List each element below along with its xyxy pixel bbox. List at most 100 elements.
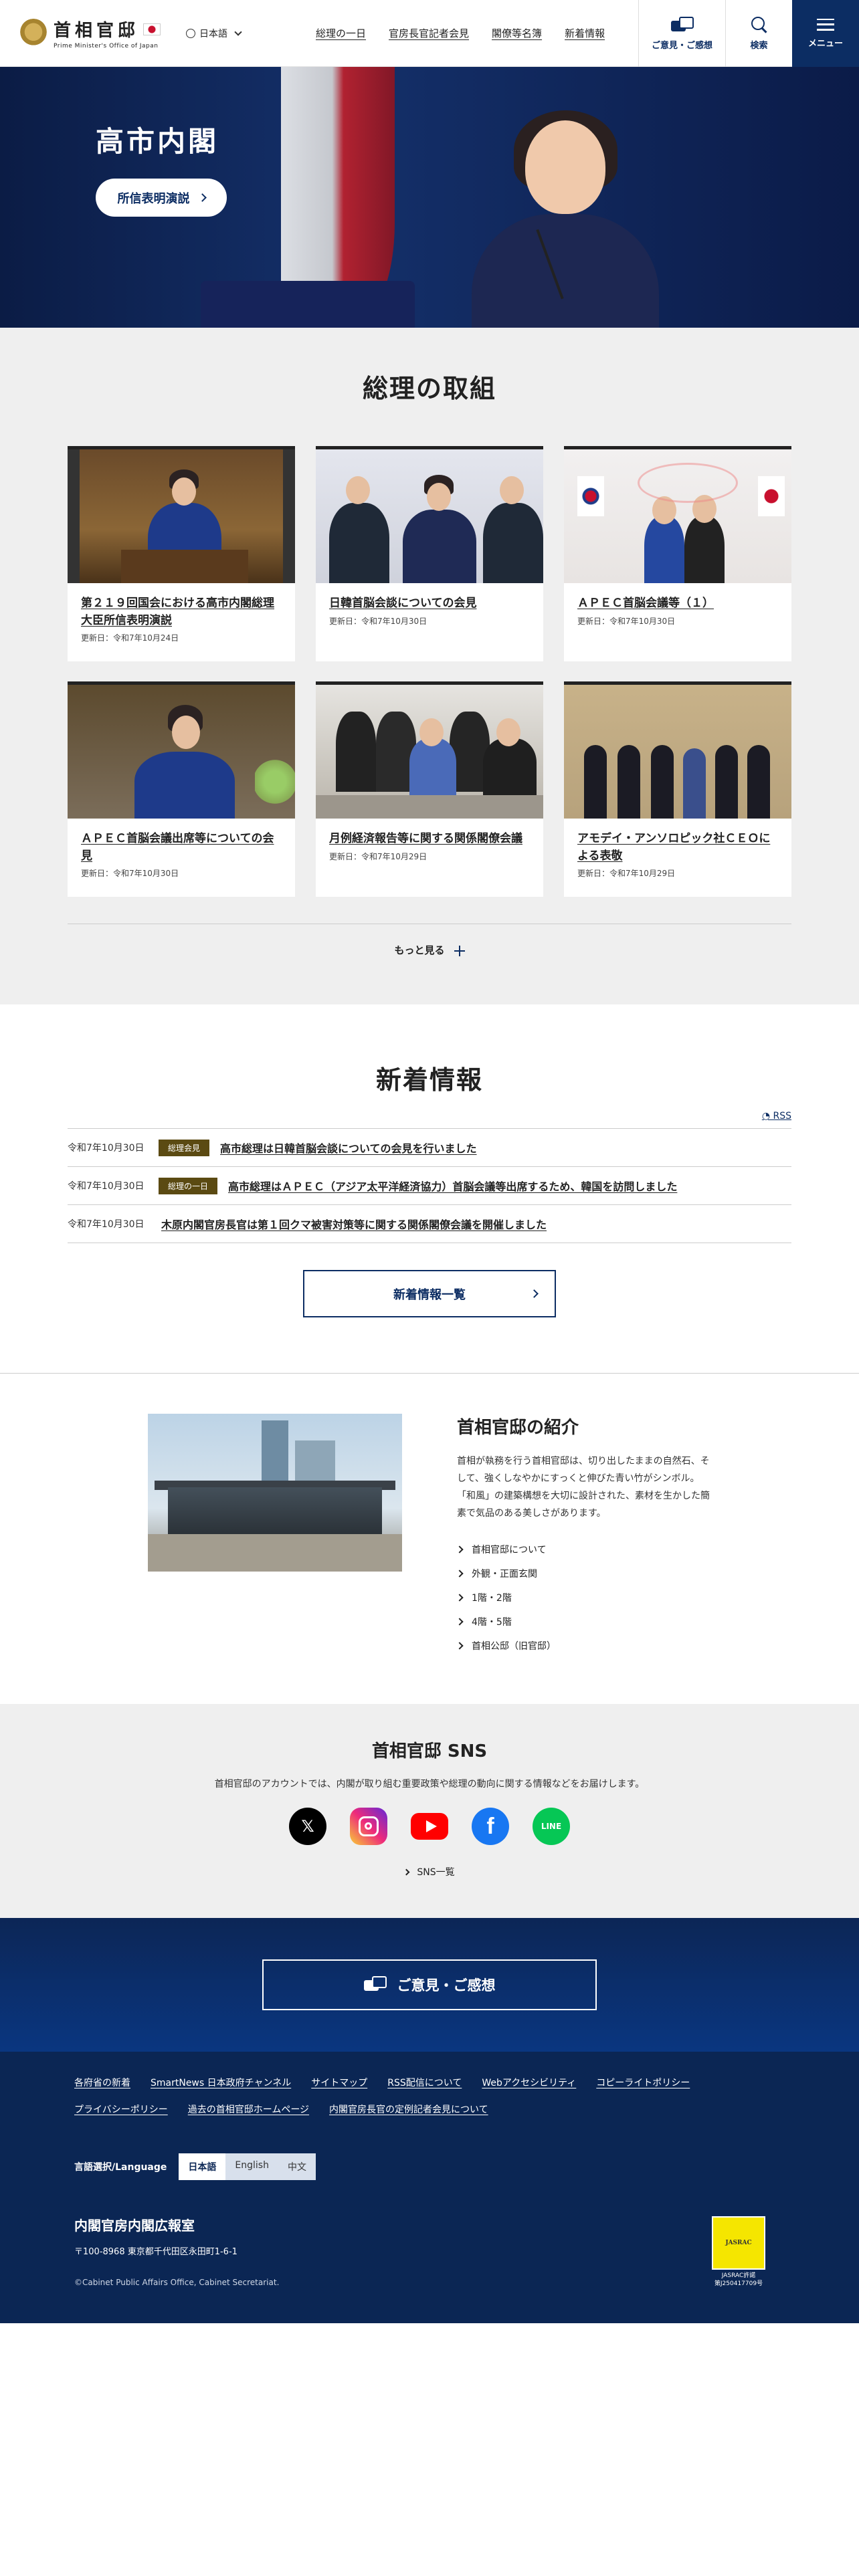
language-selector[interactable]: 日本語	[186, 27, 242, 40]
footer-link[interactable]: 内閣官房長官の定例記者会見について	[329, 2103, 488, 2116]
opinion-label: ご意見・ご感想	[651, 40, 712, 51]
footer-link[interactable]: 過去の首相官邸ホームページ	[188, 2103, 309, 2116]
intro-link-label: 首相官邸について	[472, 1544, 547, 1555]
facebook-icon[interactable]: f	[472, 1808, 509, 1845]
activity-card[interactable]: 第２１９回国会における高市内閣総理大臣所信表明演説 更新日：令和7年10月24日	[68, 446, 295, 661]
sns-list-link[interactable]: SNS一覧	[0, 1865, 859, 1879]
card-title: 第２１９回国会における高市内閣総理大臣所信表明演説	[81, 597, 274, 627]
footer-link[interactable]: コピーライトポリシー	[596, 2076, 690, 2089]
nav-press-conference[interactable]: 官房長官記者会見	[389, 26, 469, 40]
activity-card[interactable]: ＡＰＥＣ首脳会議出席等についての会見 更新日：令和7年10月30日	[68, 681, 295, 897]
facebook-glyph: f	[486, 1813, 494, 1839]
card-photo	[316, 446, 543, 583]
jasrac-permit-2: 第J250417709号	[714, 2280, 763, 2287]
footer-link[interactable]: サイトマップ	[311, 2076, 367, 2089]
lang-english-button[interactable]: English	[225, 2153, 278, 2180]
news-date: 令和7年10月30日	[68, 1143, 145, 1154]
paulownia-emblem-icon	[19, 18, 48, 48]
section-title: 総理の取組	[362, 374, 496, 403]
intro-link[interactable]: 首相官邸について	[456, 1537, 711, 1562]
card-photo	[68, 446, 295, 583]
news-date: 令和7年10月30日	[68, 1219, 145, 1230]
card-photo	[68, 681, 295, 819]
policy-speech-button[interactable]: 所信表明演説	[96, 179, 227, 217]
news-link[interactable]: 高市総理は日韓首脳会談についての会見を行いました	[220, 1140, 477, 1156]
intro-link[interactable]: 4階・5階	[456, 1610, 711, 1634]
jasrac-badge: JASRAC JASRAC許諾 第J250417709号	[712, 2216, 765, 2288]
jasrac-logo: JASRAC	[712, 2216, 765, 2270]
sns-section: 首相官邸 SNS 首相官邸のアカウントでは、内閣が取り組む重要政策や総理の動向に…	[0, 1704, 859, 1918]
plus-icon	[454, 945, 465, 956]
news-link[interactable]: 木原内閣官房長官は第１回クマ被害対策等に関する関係閣僚会議を開催しました	[161, 1216, 547, 1232]
sns-list-label: SNS一覧	[417, 1867, 455, 1878]
card-photo	[564, 446, 791, 583]
chevron-down-icon	[234, 27, 242, 36]
intro-link-label: 1階・2階	[472, 1592, 512, 1604]
speech-bubble-icon	[670, 16, 694, 34]
footer-link[interactable]: プライバシーポリシー	[74, 2103, 168, 2116]
x-glyph: 𝕏	[301, 1817, 314, 1836]
global-nav: 総理の一日 官房長官記者会見 閣僚等名簿 新着情報	[316, 26, 605, 40]
pm-activities-section: 総理の取組 第２１９回国会における高市内閣総理大臣所信表明演説 更新日：令和7年…	[0, 328, 859, 1004]
card-title: 月例経済報告等に関する関係閣僚会議	[329, 832, 522, 845]
intro-link[interactable]: 1階・2階	[456, 1586, 711, 1610]
footer-link[interactable]: 各府省の新着	[74, 2076, 130, 2089]
intro-link-label: 外観・正面玄関	[472, 1568, 537, 1580]
chevron-right-icon	[403, 1868, 410, 1875]
news-item: 令和7年10月30日 総理会見 高市総理は日韓首脳会談についての会見を行いました	[68, 1129, 791, 1167]
jasrac-permit: JASRAC許諾 第J250417709号	[712, 2272, 765, 2288]
opinion-large-label: ご意見・ご感想	[397, 1977, 496, 1994]
footer-address: 〒100-8968 東京都千代田区永田町1-6-1	[74, 2247, 237, 2257]
menu-label: メニュー	[807, 38, 843, 49]
card-title: ＡＰＥＣ首脳会議等（１）	[577, 597, 714, 610]
hero-banner: 高市内閣 所信表明演説	[0, 67, 859, 328]
nav-cabinet-list[interactable]: 閣僚等名簿	[492, 26, 542, 40]
card-date: 更新日：令和7年10月30日	[577, 616, 676, 626]
activity-card[interactable]: ＡＰＥＣ首脳会議等（１） 更新日：令和7年10月30日	[564, 446, 791, 661]
rss-icon: ◔	[761, 1111, 773, 1121]
footer-link[interactable]: SmartNews 日本政府チャンネル	[151, 2076, 291, 2089]
footer-link[interactable]: Webアクセシビリティ	[482, 2076, 576, 2089]
kantei-building-photo	[148, 1414, 402, 1572]
lang-japanese-button[interactable]: 日本語	[179, 2153, 226, 2180]
lang-chinese-button[interactable]: 中文	[278, 2153, 316, 2180]
instagram-icon[interactable]	[350, 1808, 387, 1845]
sns-title: 首相官邸 SNS	[371, 1741, 488, 1761]
intro-link[interactable]: 首相公邸（旧官邸）	[456, 1634, 711, 1658]
site-logo[interactable]: 首相官邸 Prime Minister's Office of Japan	[19, 17, 161, 49]
more-button[interactable]: もっと見る	[68, 924, 791, 957]
opinion-large-button[interactable]: ご意見・ご感想	[262, 1959, 597, 2010]
news-section: 新着情報 ◔ RSS 令和7年10月30日 総理会見 高市総理は日韓首脳会談につ…	[0, 1004, 859, 1374]
intro-link[interactable]: 外観・正面玄関	[456, 1562, 711, 1586]
nav-pm-day[interactable]: 総理の一日	[316, 26, 366, 40]
rss-link[interactable]: ◔ RSS	[68, 1111, 791, 1121]
activity-card[interactable]: アモデイ・アンソロピック社ＣＥＯによる表敬 更新日：令和7年10月29日	[564, 681, 791, 897]
news-link[interactable]: 高市総理はＡＰＥＣ（アジア太平洋経済協力）首脳会議等出席するため、韓国を訪問しま…	[228, 1178, 677, 1194]
menu-button[interactable]: メニュー	[792, 0, 859, 67]
speech-bubble-icon	[363, 1976, 387, 1994]
nav-whats-new[interactable]: 新着情報	[565, 26, 605, 40]
language-label: 言語選択/Language	[74, 2162, 167, 2173]
jasrac-logo-text: JASRAC	[725, 2240, 752, 2246]
youtube-icon[interactable]	[411, 1808, 448, 1845]
search-button[interactable]: 検索	[725, 0, 792, 67]
category-badge: 総理の一日	[159, 1177, 218, 1194]
card-date: 更新日：令和7年10月30日	[81, 869, 179, 878]
line-icon[interactable]: LINE	[533, 1808, 570, 1845]
opinion-button[interactable]: ご意見・ご感想	[638, 0, 725, 67]
chevron-right-icon	[456, 1569, 464, 1578]
jasrac-permit-1: JASRAC許諾	[721, 2272, 756, 2279]
hamburger-icon	[817, 18, 834, 31]
footer-link[interactable]: RSS配信について	[387, 2076, 462, 2089]
line-glyph: LINE	[541, 1822, 562, 1831]
card-title: ＡＰＥＣ首脳会議出席等についての会見	[81, 832, 274, 863]
x-icon[interactable]: 𝕏	[289, 1808, 326, 1845]
activity-card[interactable]: 日韓首脳会談についての会見 更新日：令和7年10月30日	[316, 446, 543, 661]
news-item: 令和7年10月30日 総理の一日 高市総理はＡＰＥＣ（アジア太平洋経済協力）首脳…	[68, 1167, 791, 1205]
intro-title: 首相官邸の紹介	[457, 1418, 579, 1438]
activity-card[interactable]: 月例経済報告等に関する関係閣僚会議 更新日：令和7年10月29日	[316, 681, 543, 897]
section-title: 新着情報	[375, 1065, 483, 1095]
hero-title: 高市内閣	[96, 125, 219, 158]
kantei-intro-section: 首相官邸の紹介 首相が執務を行う首相官邸は、切り出したままの自然石、そして、強く…	[0, 1374, 859, 1704]
news-list-button[interactable]: 新着情報一覧	[303, 1270, 556, 1317]
